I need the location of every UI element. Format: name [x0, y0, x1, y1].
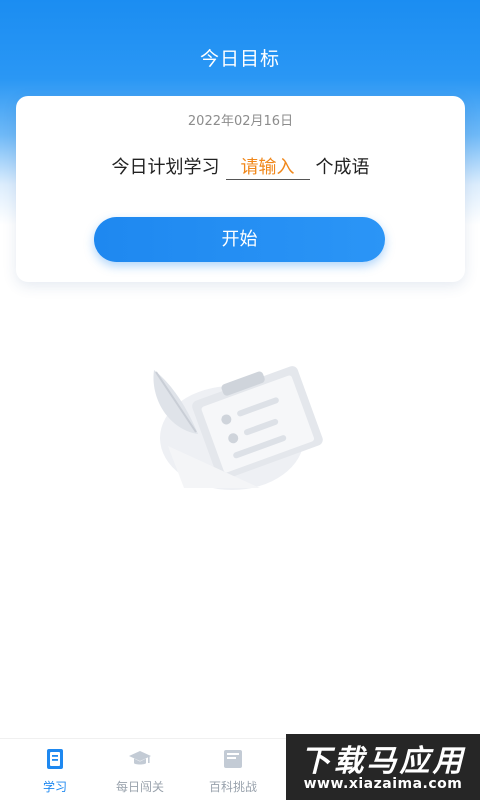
tab-label: 百科挑战 — [208, 780, 257, 794]
tab-encyclopedia-challenge[interactable]: 百科挑战 — [188, 739, 278, 800]
watermark-logo: 下载马应用 www.xiazaima.com — [286, 734, 480, 800]
tab-study[interactable]: 学习 — [10, 739, 100, 800]
encyclopedia-icon — [224, 750, 242, 768]
goal-card: 2022年02月16日 今日计划学习 个成语 开始 — [16, 96, 465, 282]
app-screen: 今日目标 2022年02月16日 今日计划学习 个成语 开始 — [0, 0, 480, 800]
date-label: 2022年02月16日 — [187, 114, 294, 129]
graduation-cap-icon — [129, 751, 151, 765]
page-title: 今日目标 — [199, 48, 280, 70]
tab-daily-challenge[interactable]: 每日闯关 — [95, 739, 185, 800]
plan-prefix: 今日计划学习 — [111, 157, 220, 178]
tab-label: 每日闯关 — [115, 780, 164, 794]
tab-label: 学习 — [42, 780, 67, 794]
start-button[interactable]: 开始 — [94, 217, 385, 262]
watermark-url: www.xiazaima.com — [303, 776, 463, 792]
plan-line: 今日计划学习 个成语 — [16, 153, 465, 180]
clipboard-quill-illustration — [153, 366, 323, 490]
goal-count-input[interactable] — [225, 157, 310, 180]
book-icon — [47, 749, 63, 769]
plan-suffix: 个成语 — [315, 157, 370, 178]
watermark-title: 下载马应用 — [300, 744, 466, 779]
